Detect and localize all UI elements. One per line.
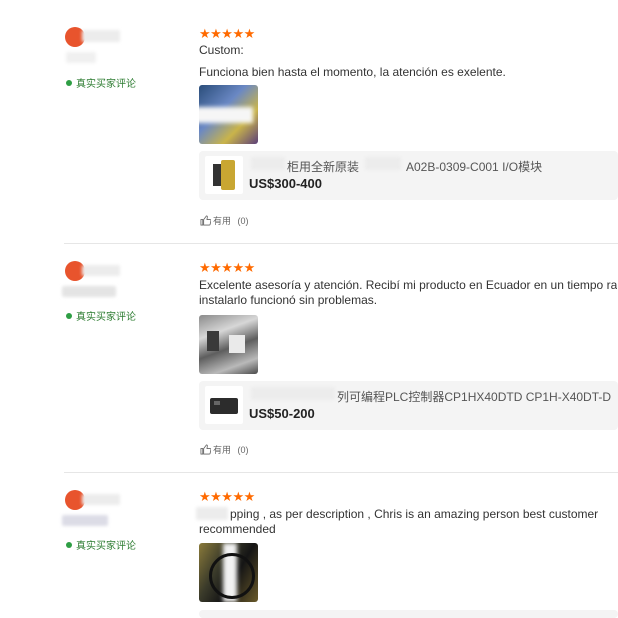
verified-label: 真实买家评论 — [76, 79, 136, 90]
product-name[interactable]: 柜用全新原装 — [287, 158, 359, 175]
reviewer-country-blurred — [62, 515, 108, 526]
review-photo[interactable] — [199, 315, 258, 374]
review-photo[interactable] — [199, 85, 258, 144]
verified-badge: 真实买家评论 — [66, 537, 136, 552]
product-name[interactable]: A02B-0309-C001 I/O模块 — [406, 158, 542, 175]
review-text-line: pping , as per description , Chris is an… — [230, 507, 599, 521]
review-photo[interactable] — [199, 543, 258, 602]
review-text-line: recommended — [199, 522, 276, 536]
reviewer-country-blurred — [66, 52, 96, 63]
divider — [64, 243, 618, 244]
check-icon — [66, 313, 72, 320]
thumbs-up-icon — [200, 215, 212, 228]
product-card[interactable] — [199, 610, 618, 618]
verified-badge: 真实买家评论 — [66, 75, 136, 90]
reviewer-country-blurred — [62, 286, 116, 297]
helpful-label: 有用 — [213, 216, 232, 226]
thumbs-up-icon — [200, 444, 212, 457]
product-name-blurred — [251, 157, 285, 170]
helpful-count: (0) — [237, 445, 249, 455]
product-price: US$50-200 — [249, 406, 315, 421]
verified-label: 真实买家评论 — [76, 541, 136, 552]
check-icon — [66, 80, 72, 87]
review-text-line: Excelente asesoría y atención. Recibí mi… — [199, 278, 617, 292]
review-text-line: instalarlo funcionó sin problemas. — [199, 293, 378, 307]
review-text-line: Funciona bien hasta el momento, la atenc… — [199, 65, 506, 79]
product-price: US$300-400 — [249, 176, 322, 191]
review-text-blurred — [196, 507, 228, 520]
verified-badge: 真实买家评论 — [66, 308, 136, 323]
product-name[interactable]: 列可编程PLC控制器CP1HX40DTD CP1H-X40DT-D — [337, 388, 611, 405]
reviewer-name-blurred — [82, 30, 120, 42]
product-name-blurred — [365, 157, 401, 170]
star-rating: ★★★★★ — [199, 260, 255, 275]
helpful-button[interactable]: 有用 (0) — [200, 214, 249, 228]
product-card[interactable]: 列可编程PLC控制器CP1HX40DTD CP1H-X40DT-D US$50-… — [199, 381, 618, 430]
product-thumbnail — [205, 156, 243, 194]
divider — [64, 472, 618, 473]
helpful-button[interactable]: 有用 (0) — [200, 443, 249, 457]
verified-label: 真实买家评论 — [76, 312, 136, 323]
review-text-line: Custom: — [199, 43, 244, 57]
helpful-label: 有用 — [213, 445, 232, 455]
helpful-count: (0) — [237, 216, 249, 226]
check-icon — [66, 542, 72, 549]
product-card[interactable]: 柜用全新原装 A02B-0309-C001 I/O模块 US$300-400 — [199, 151, 618, 200]
star-rating: ★★★★★ — [199, 26, 255, 41]
reviewer-name-blurred — [82, 265, 120, 276]
star-rating: ★★★★★ — [199, 489, 255, 504]
product-name-blurred — [251, 387, 335, 400]
reviewer-name-blurred — [82, 494, 120, 505]
product-thumbnail — [205, 386, 243, 424]
